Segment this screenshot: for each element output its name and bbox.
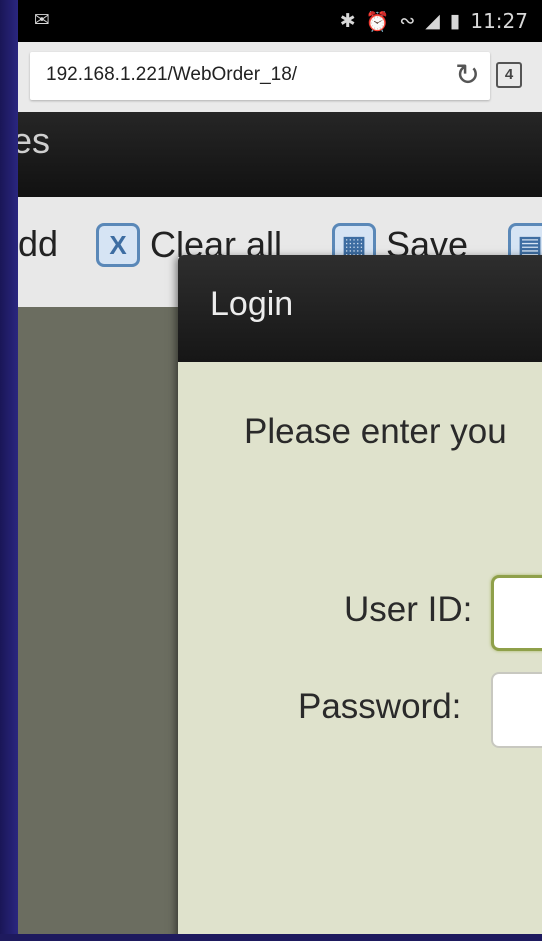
battery-icon: ▮ (449, 10, 461, 32)
bluetooth-icon: ✱ (339, 10, 356, 32)
status-icons: ✱ ⏰ ∾ ◢ ▮ 11:27 (340, 9, 528, 33)
signal-icon: ◢ (425, 10, 440, 32)
phone-screen: ✉ ✱ ⏰ ∾ ◢ ▮ 11:27 192.168.1.221/WebOrder… (18, 0, 542, 934)
app-header-title: es (18, 120, 51, 161)
login-dialog: Login Please enter you User ID: Password… (178, 255, 542, 934)
status-bar: ✉ ✱ ⏰ ∾ ◢ ▮ 11:27 (18, 0, 542, 42)
mail-icon: ✉ (34, 9, 50, 31)
browser-toolbar: 192.168.1.221/WebOrder_18/ ↻ 4 (18, 42, 542, 112)
password-label: Password: (298, 687, 462, 726)
app-header: es (18, 112, 542, 197)
clear-icon: X (96, 223, 140, 267)
status-time: 11:27 (470, 9, 528, 33)
add-button-label: dd (18, 223, 59, 264)
alarm-icon: ⏰ (365, 10, 390, 33)
slide-frame-bottom (0, 934, 542, 941)
add-button[interactable]: dd (18, 223, 58, 265)
dialog-header: Login (178, 255, 542, 362)
slide-frame (0, 0, 18, 941)
tabs-icon[interactable]: 4 (496, 62, 522, 88)
wifi-icon: ∾ (399, 10, 416, 32)
url-text[interactable]: 192.168.1.221/WebOrder_18/ (46, 64, 297, 86)
reload-icon[interactable]: ↻ (455, 58, 480, 93)
url-field[interactable]: 192.168.1.221/WebOrder_18/ ↻ (30, 52, 490, 100)
user-id-input[interactable] (491, 575, 542, 651)
dialog-body: Please enter you User ID: Password: (178, 362, 542, 934)
password-input[interactable] (491, 672, 542, 748)
login-prompt: Please enter you (244, 412, 507, 451)
dialog-title: Login (210, 285, 294, 323)
user-id-label: User ID: (344, 590, 473, 629)
